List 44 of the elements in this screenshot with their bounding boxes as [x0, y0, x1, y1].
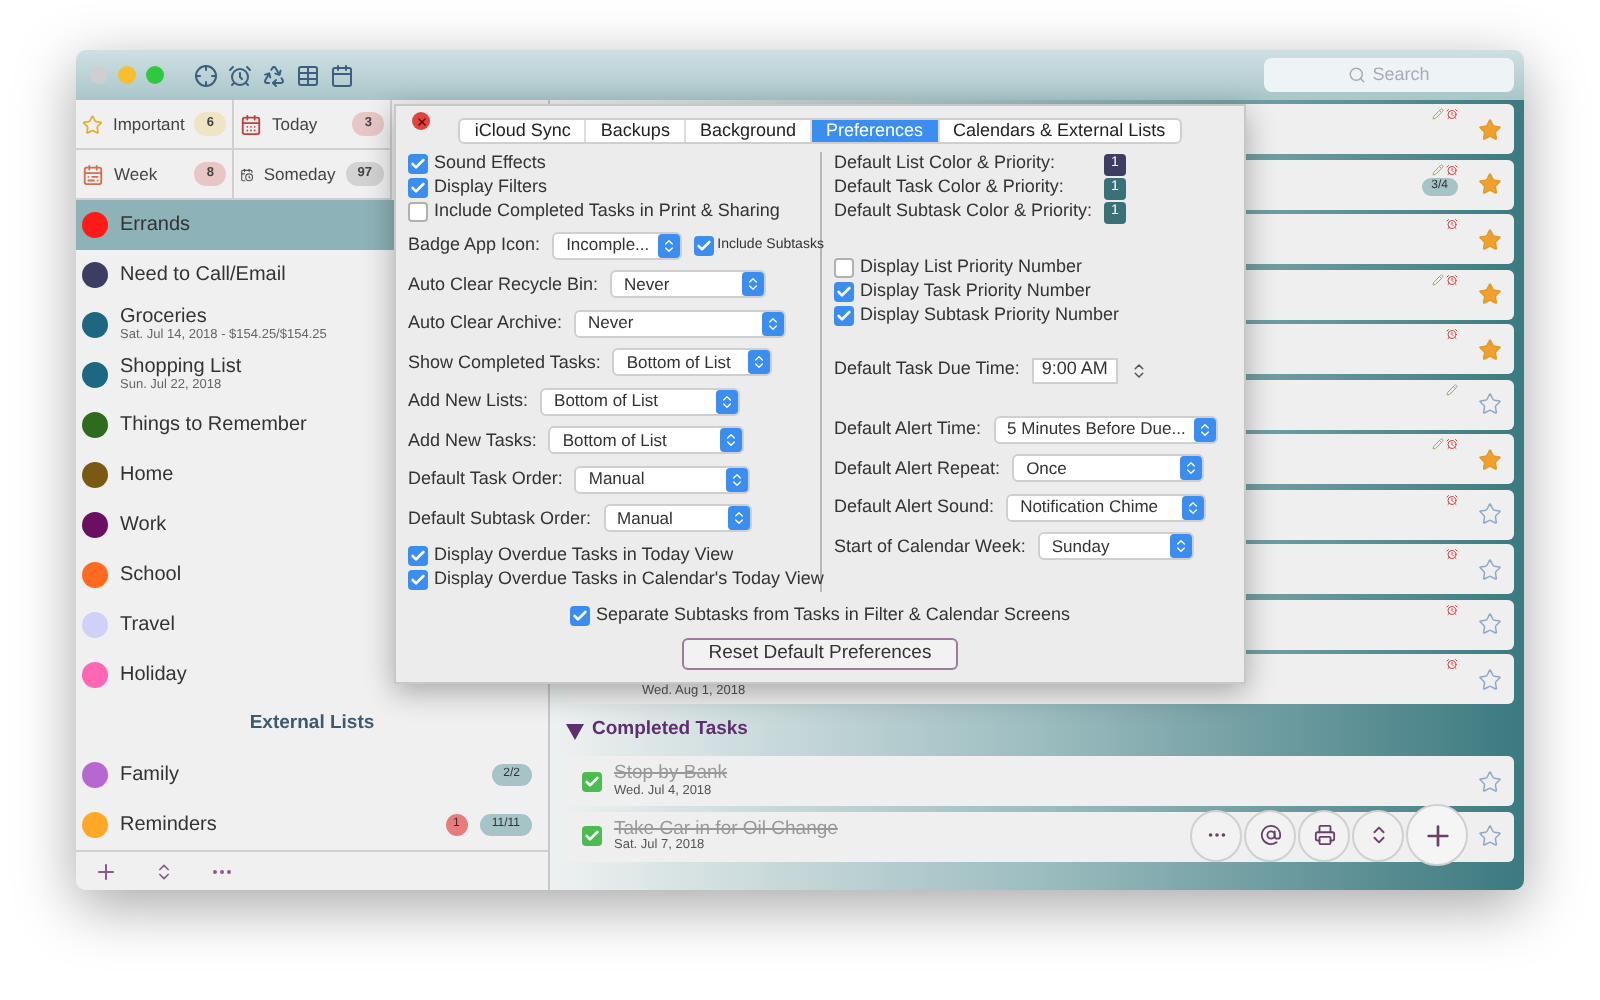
list-name: School [120, 565, 182, 585]
search-placeholder: Search [1372, 61, 1430, 88]
field-label: Default List Color & Priority: [834, 150, 1058, 177]
section-heading: External Lists [249, 710, 375, 739]
checkbox-label: Display Filters [434, 174, 548, 201]
list-name: Travel [120, 615, 175, 635]
filter-label: Week [114, 161, 158, 187]
list-name: Home [120, 465, 174, 485]
list-name: Things to Remember [120, 415, 307, 435]
checkbox-label: Sound Effects [434, 150, 546, 177]
list-name: Shopping List [120, 357, 242, 378]
field-label: Default Task Color & Priority: [834, 174, 1066, 201]
field-label: Show Completed Tasks: [408, 349, 601, 376]
field-label: Default Alert Repeat: [834, 455, 1001, 482]
filter-label: Someday [263, 161, 336, 187]
checkbox-label: Display List Priority Number [860, 254, 1083, 281]
task-title: Take Car in for Oil Change [614, 819, 838, 838]
field-label: Add New Lists: [408, 388, 529, 414]
field-label: Default Subtask Order: [408, 505, 592, 531]
field-label: Add New Tasks: [408, 427, 537, 453]
list-name: Reminders [120, 815, 217, 835]
checkbox-label: Separate Subtasks from Tasks in Filter & Calendar Screens [596, 602, 1070, 629]
field-label: Default Alert Time: [834, 416, 982, 442]
list-name: Need to Call/Email [120, 265, 286, 285]
filter-label: Today [272, 111, 318, 137]
field-label: Default Subtask Color & Priority: [834, 198, 1095, 225]
list-name: Holiday [120, 665, 187, 685]
checkbox-label: Display Task Priority Number [860, 278, 1091, 305]
task-title: Stop by Bank [614, 764, 728, 783]
section-heading: Completed Tasks [592, 716, 748, 745]
field-label: Auto Clear Recycle Bin: [408, 271, 599, 298]
field-label: Start of Calendar Week: [834, 533, 1026, 559]
filter-label: Important [112, 111, 185, 137]
checkbox-label: Display Overdue Tasks in Today View [434, 542, 734, 569]
list-name: Errands [120, 215, 191, 235]
field-label: Auto Clear Archive: [408, 310, 563, 336]
field-label: Default Task Due Time: [834, 356, 1020, 383]
checkbox-label: Display Overdue Tasks in Calendar's Today View [434, 566, 824, 593]
list-name: Groceries [120, 307, 207, 328]
field-label: Default Task Order: [408, 466, 563, 492]
field-label: Default Alert Sound: [834, 494, 995, 520]
checkbox-label: Display Subtask Priority Number [860, 302, 1120, 329]
list-name: Work [120, 515, 167, 535]
list-name: Family [120, 765, 179, 785]
